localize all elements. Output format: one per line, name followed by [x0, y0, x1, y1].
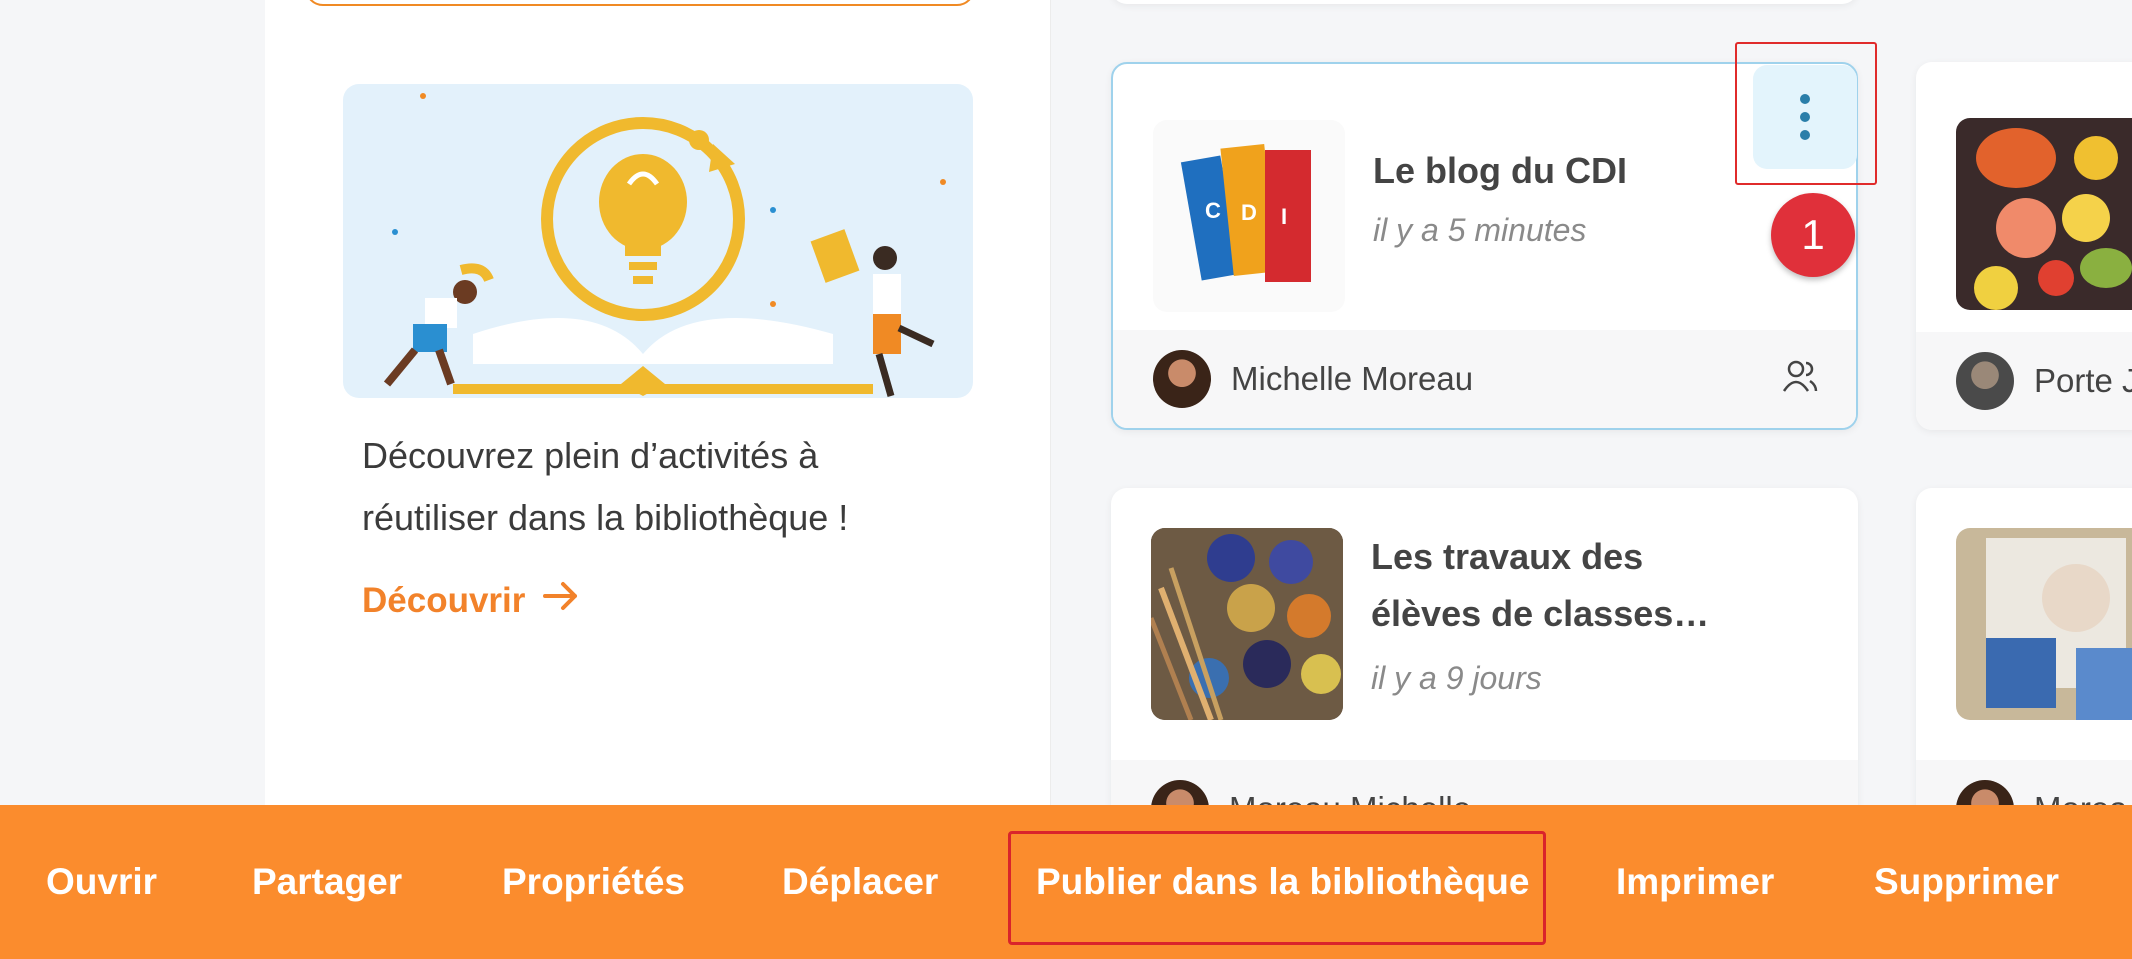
card-title-line-2: élèves de classes… — [1371, 593, 1710, 634]
card-timestamp: il y a 9 jours — [1371, 660, 1542, 696]
card-title-line-1: Les travaux des — [1371, 536, 1644, 577]
fruit-card[interactable]: Porte J — [1916, 62, 2132, 430]
discover-link[interactable]: Découvrir — [362, 580, 579, 621]
publish-button-highlight — [1008, 831, 1546, 945]
svg-text:C: C — [1205, 198, 1221, 223]
svg-text:I: I — [1281, 204, 1287, 229]
author-name: Michelle Moreau — [1231, 360, 1474, 397]
step-badge: 1 — [1771, 193, 1855, 277]
move-button[interactable]: Déplacer — [782, 849, 938, 915]
blog-thumbnail: C D I — [1153, 120, 1345, 312]
promo-description: Découvrez plein d’activités à réutiliser… — [362, 425, 962, 549]
arrow-right-icon — [543, 580, 579, 621]
promo-illustration — [343, 84, 973, 398]
card-timestamp: il y a 5 minutes — [1373, 212, 1587, 248]
svg-text:D: D — [1241, 200, 1257, 225]
delete-button[interactable]: Supprimer — [1874, 849, 2059, 915]
menu-button-highlight — [1735, 42, 1877, 185]
author-name: Porte J — [2034, 362, 2132, 399]
top-pill-button[interactable] — [305, 0, 975, 6]
card-footer: Michelle Moreau — [1113, 330, 1856, 428]
card-footer: Porte J — [1916, 332, 2132, 430]
avatar — [1153, 350, 1211, 408]
action-toolbar: Ouvrir Partager Propriétés Déplacer Publ… — [0, 805, 2132, 959]
card-title[interactable]: Le blog du CDI — [1373, 142, 1773, 199]
card-title[interactable]: Les travaux des élèves de classes… — [1371, 528, 1771, 642]
paint-thumbnail — [1151, 528, 1343, 720]
properties-button[interactable]: Propriétés — [502, 849, 685, 915]
shared-users-icon — [1780, 357, 1820, 402]
avatar — [1956, 352, 2014, 410]
promo-text-line-1: Découvrez plein d’activités à — [362, 435, 819, 476]
promo-text-line-2: réutiliser dans la bibliothèque ! — [362, 497, 849, 538]
card-stub — [1111, 0, 1858, 4]
painting-thumbnail — [1956, 528, 2132, 720]
open-button[interactable]: Ouvrir — [46, 849, 157, 915]
discover-link-label: Découvrir — [362, 580, 526, 620]
print-button[interactable]: Imprimer — [1616, 849, 1774, 915]
fruit-thumbnail — [1956, 118, 2132, 310]
share-button[interactable]: Partager — [252, 849, 402, 915]
